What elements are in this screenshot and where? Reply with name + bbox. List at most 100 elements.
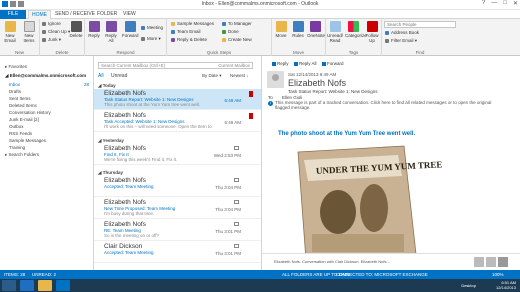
meeting-button[interactable]: Meeting — [141, 25, 163, 31]
folder-junk-email[interactable]: Junk E-mail [2] — [9, 117, 89, 122]
sender-avatar[interactable] — [267, 71, 284, 88]
junk-button[interactable]: Junk ▾ — [42, 37, 61, 43]
clean-up-icon — [42, 29, 46, 34]
unread-read-button[interactable]: Unread/ Read — [327, 21, 343, 43]
move-button[interactable]: Move — [273, 21, 289, 38]
sort-order-toggle[interactable]: Newest ↓ — [230, 73, 249, 78]
forward-icon — [124, 21, 136, 32]
message-item[interactable]: Elizabeth Nofs RE: Team Meeting So is th… — [94, 220, 261, 241]
search-people-input[interactable]: Search People — [384, 21, 456, 28]
message-sender[interactable]: Elizabeth Nofs — [288, 78, 346, 88]
categorize-icon — [347, 21, 359, 32]
message-item[interactable]: Elizabeth Nofs Task Status Report: Websi… — [94, 89, 261, 110]
taskbar-clock[interactable]: 6:51 AM 12/14/2013 — [496, 280, 516, 290]
reading-reply-all-button[interactable]: Reply All — [294, 61, 317, 66]
reply-all-button[interactable]: Reply All — [103, 21, 119, 43]
quickstep-create-new[interactable]: Create New — [222, 37, 252, 43]
maximize-button[interactable]: □ — [503, 0, 507, 7]
attachment-icon — [234, 146, 239, 150]
quickstep-reply-delete[interactable]: Reply & Delete — [171, 37, 207, 43]
tab-view[interactable]: VIEW — [120, 10, 139, 19]
address-book-button[interactable]: Address Book — [385, 30, 419, 36]
account-header[interactable]: ◢ Ellen@commalms.onmicrosoft.com — [5, 73, 86, 79]
quickstep-sample-messages[interactable]: Sample Messages — [171, 21, 214, 27]
filter-unread[interactable]: Unread — [111, 73, 127, 79]
ribbon-group-new: New Email New Items New — [0, 19, 40, 56]
ribbon-group-label: Quick Steps — [206, 50, 232, 55]
reading-forward-button[interactable]: Forward — [322, 61, 344, 66]
rules-button[interactable]: Rules — [290, 21, 306, 38]
sort-by-dropdown[interactable]: By Date ▾ — [202, 73, 222, 79]
zoom-level[interactable]: 100% — [492, 272, 504, 277]
minimize-button[interactable]: — — [491, 0, 497, 7]
message-item[interactable]: Elizabeth Nofs Task Accepted: Website 1:… — [94, 111, 261, 132]
reading-reply-button[interactable]: Reply — [272, 61, 289, 66]
folder-inbox[interactable]: Inbox 28 — [9, 82, 89, 87]
message-item[interactable]: Clair Dickson Accepted: Team Meeting Thu… — [94, 242, 261, 263]
outlook-taskbar-icon[interactable] — [56, 280, 70, 291]
clean-up-button[interactable]: Clean Up ▾ — [42, 29, 70, 35]
filter-all[interactable]: All — [98, 73, 104, 79]
new-items-button[interactable]: New Items — [21, 21, 37, 43]
new-email-button[interactable]: New Email — [2, 21, 18, 43]
quickstep-to-manager[interactable]: To Manager — [222, 21, 252, 27]
folder-conversation-history[interactable]: Conversation History — [9, 110, 51, 115]
flag-icon[interactable] — [249, 91, 253, 97]
file-explorer-icon[interactable] — [38, 280, 52, 291]
quickstep-done[interactable]: Done — [222, 29, 239, 35]
tab-home[interactable]: HOME — [28, 10, 51, 19]
start-button-icon[interactable] — [2, 280, 16, 291]
desktop-toolbar[interactable]: Desktop — [461, 283, 476, 288]
folder-outbox[interactable]: Outbox — [9, 124, 24, 129]
search-scope-dropdown[interactable]: Current Mailbox — [218, 63, 250, 68]
mailbox-search-input[interactable]: Search Current Mailbox (Ctrl+E) Current M… — [98, 62, 253, 69]
message-item[interactable]: Elizabeth Nofs New Time Proposed: Team M… — [94, 198, 261, 219]
message-subject: Accepted: Team Meeting — [104, 184, 154, 189]
onenote-button[interactable]: OneNote — [307, 21, 325, 38]
ignore-button[interactable]: Ignore — [42, 21, 61, 27]
forward-button[interactable]: Forward — [122, 21, 139, 38]
ribbon-group-label: New — [14, 50, 24, 55]
contact-photo[interactable] — [474, 257, 484, 267]
status-bar: ITEMS: 28 UNREAD: 2 ALL FOLDERS ARE UP T… — [0, 270, 520, 279]
delete-button[interactable]: Delete — [68, 21, 84, 38]
help-button[interactable]: ? — [482, 0, 485, 7]
message-item[interactable]: Elizabeth Nofs Find It, Fix It We're fix… — [94, 144, 261, 165]
filter-icon — [385, 38, 389, 43]
message-from: Elizabeth Nofs — [104, 112, 146, 119]
favorites-header[interactable]: ▸ Favorites — [5, 64, 27, 70]
folder-drafts[interactable]: Drafts — [9, 89, 21, 94]
message-time: 6:49 AM — [224, 120, 241, 125]
ignore-icon — [42, 21, 46, 26]
expand-people-pane-icon[interactable] — [498, 257, 508, 267]
tab-send-receive[interactable]: SEND / RECEIVE — [52, 10, 98, 19]
meeting-icon — [234, 178, 239, 182]
tab-folder[interactable]: FOLDER — [94, 10, 120, 19]
meeting-icon — [234, 222, 239, 226]
message-time: Thu 3:04 PM — [215, 207, 241, 212]
folder-sample-messages[interactable]: Sample Messages — [9, 138, 46, 143]
follow-up-button[interactable]: Follow Up — [364, 21, 380, 43]
folder-training[interactable]: Training — [9, 145, 25, 150]
tracked-conversation-infobar[interactable]: i This message is part of a tracked conv… — [268, 100, 498, 112]
message-item[interactable]: Elizabeth Nofs Accepted: Team Meeting Th… — [94, 176, 261, 197]
message-from: Elizabeth Nofs — [104, 90, 146, 97]
close-button[interactable]: ✕ — [513, 0, 518, 7]
reply-button[interactable]: Reply — [86, 21, 102, 38]
folder-search-folders[interactable]: ▸ Search Folders — [5, 152, 39, 158]
folder-sent-items[interactable]: Sent Items — [9, 96, 31, 101]
quickstep-team-email[interactable]: Team Email — [171, 29, 201, 35]
contact-photo[interactable] — [486, 257, 496, 267]
people-pane-text[interactable]: Elizabeth Nofs. Conversation with Clair … — [274, 259, 390, 264]
reply-icon — [88, 21, 100, 32]
folder-deleted-items[interactable]: Deleted Items — [9, 103, 37, 108]
internet-explorer-icon[interactable] — [20, 280, 34, 291]
folder-rss-feeds[interactable]: RSS Feeds — [9, 131, 32, 136]
more-respond-button[interactable]: More ▾ — [141, 36, 161, 42]
categorize-button[interactable]: Categorize — [345, 21, 367, 38]
window-controls: ? — □ ✕ — [482, 0, 518, 7]
filter-email-button[interactable]: Filter Email ▾ — [385, 38, 417, 44]
folder-move-icon — [171, 21, 175, 26]
flag-icon[interactable] — [249, 113, 253, 119]
tab-file[interactable]: FILE — [0, 10, 26, 19]
